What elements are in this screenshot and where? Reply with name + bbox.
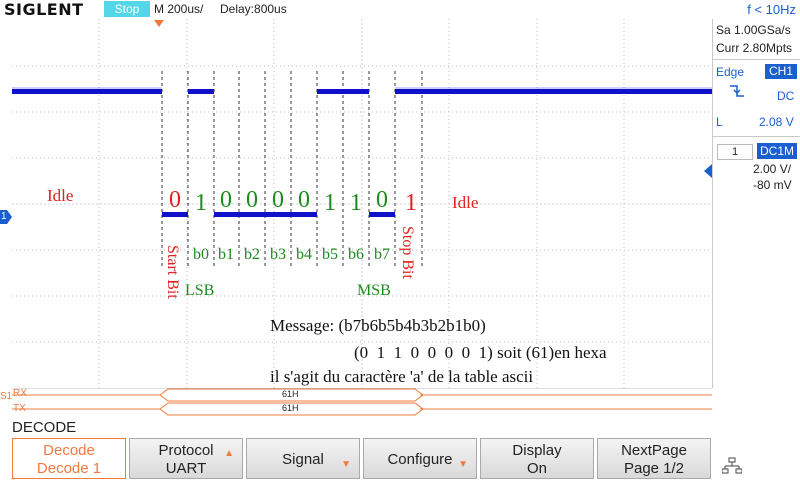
bit-value-start: 0 — [169, 187, 181, 213]
signal-softkey[interactable]: Signal ▼ — [246, 438, 360, 479]
msb-label: MSB — [357, 282, 391, 299]
message-line-3: il s'agit du caractère 'a' de la table a… — [270, 367, 533, 386]
timebase-readout[interactable]: M 200us/ — [154, 0, 203, 19]
frequency-readout: f < 10Hz — [747, 2, 796, 17]
tx-label: TX — [13, 403, 26, 414]
up-arrow-icon: ▲ — [224, 448, 234, 459]
run-state-badge[interactable]: Stop — [104, 1, 150, 17]
ch1-level-marker[interactable]: 1 — [0, 210, 12, 224]
brand-logo: SIGLENT — [4, 0, 84, 19]
bit-label-b5: b5 — [322, 246, 338, 263]
rx-label: RX — [13, 388, 27, 399]
trigger-position-marker — [154, 20, 164, 27]
rx-decoded-value: 61H — [282, 389, 299, 399]
trigger-level-marker[interactable] — [704, 164, 712, 178]
lsb-label: LSB — [185, 282, 214, 299]
bit-value-b3: 0 — [272, 187, 284, 213]
ch1-marker-number: 1 — [1, 211, 7, 222]
down-arrow-icon: ▼ — [341, 459, 351, 470]
waveform-display[interactable]: 0 1 0 0 0 0 1 1 0 1 b0 b1 b2 b3 b4 b5 b6… — [12, 19, 712, 388]
decode-softkey[interactable]: Decode Decode 1 — [12, 438, 126, 479]
channel-number-chip[interactable]: 1 — [717, 144, 753, 160]
bit-value-b2: 0 — [246, 187, 258, 213]
channel-offset[interactable]: -80 mV — [753, 178, 792, 192]
next-page-softkey[interactable]: NextPage Page 1/2 — [597, 438, 711, 479]
channel-scale[interactable]: 2.00 V/ — [753, 162, 791, 176]
bit-label-b0: b0 — [193, 246, 209, 263]
bit-value-b6: 1 — [350, 190, 362, 216]
network-icon[interactable] — [721, 457, 743, 480]
tx-decoded-value: 61H — [282, 403, 299, 413]
decode-bus-area: S1 RX TX 61H 61H — [0, 387, 800, 418]
protocol-softkey[interactable]: Protocol UART ▲ — [129, 438, 243, 479]
trigger-level-value[interactable]: 2.08 V — [759, 115, 794, 129]
trigger-level-label: L — [716, 115, 723, 129]
bit-value-b7: 0 — [376, 187, 388, 213]
waveform-svg: 0 1 0 0 0 0 1 1 0 1 b0 b1 b2 b3 b4 b5 b6… — [12, 19, 712, 388]
bit-label-b2: b2 — [244, 246, 260, 263]
bit-value-stop: 1 — [405, 190, 417, 216]
menu-title: DECODE — [12, 419, 77, 436]
bit-value-b1: 0 — [220, 187, 232, 213]
display-softkey[interactable]: Display On — [480, 438, 594, 479]
side-info-panel: Sa 1.00GSa/s Curr 2.80Mpts Edge CH1 DC L… — [712, 19, 800, 388]
bit-boundary-lines — [161, 71, 423, 269]
top-status-bar: SIGLENT Stop M 200us/ Delay:800us f < 10… — [0, 0, 800, 19]
bit-value-b5: 1 — [324, 190, 336, 216]
idle-right-label: Idle — [452, 193, 478, 212]
softkey-bar: Decode Decode 1 Protocol UART ▲ Signal ▼… — [0, 437, 800, 480]
bit-label-b3: b3 — [270, 246, 286, 263]
serial-bus-label: S1 — [0, 391, 13, 402]
bit-label-b1: b1 — [218, 246, 234, 263]
configure-softkey[interactable]: Configure ▼ — [363, 438, 477, 479]
bit-value-b0: 1 — [195, 190, 207, 216]
falling-edge-icon — [729, 83, 745, 104]
channel-coupling-badge[interactable]: DC1M — [757, 143, 797, 159]
bit-label-b7: b7 — [374, 246, 390, 263]
memory-depth: Curr 2.80Mpts — [716, 41, 793, 55]
sample-rate: Sa 1.00GSa/s — [716, 23, 791, 37]
bit-value-b4: 0 — [298, 187, 310, 213]
idle-left-label: Idle — [47, 186, 73, 205]
stop-bit-label: Stop Bit — [399, 226, 416, 279]
bit-label-b4: b4 — [296, 246, 312, 263]
start-bit-label: Start Bit — [164, 245, 181, 299]
trigger-source-badge[interactable]: CH1 — [765, 64, 797, 79]
message-line-1: Message: (b7b6b5b4b3b2b1b0) — [270, 316, 486, 335]
down-arrow-icon: ▼ — [458, 459, 468, 470]
trigger-type[interactable]: Edge — [716, 65, 744, 79]
trigger-coupling[interactable]: DC — [777, 89, 794, 103]
message-line-2: (0 1 1 0 0 0 0 1) soit (61)en hexa — [354, 343, 607, 362]
bit-label-b6: b6 — [348, 246, 364, 263]
delay-readout[interactable]: Delay:800us — [220, 0, 287, 19]
